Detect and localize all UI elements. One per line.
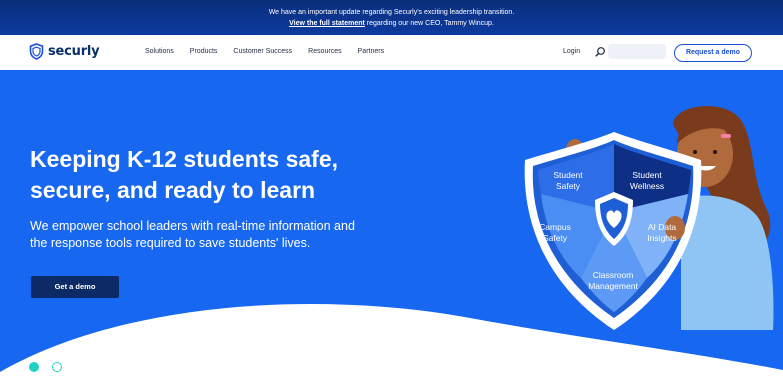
hero-headline: Keeping K-12 students safe, secure, and … xyxy=(30,144,390,206)
segment-label-line: Insights xyxy=(647,233,677,243)
get-demo-button[interactable]: Get a demo xyxy=(31,276,119,298)
segment-label-line: Management xyxy=(588,281,638,291)
logo-text: securly xyxy=(48,44,100,59)
menu-item-solutions[interactable]: Solutions xyxy=(145,48,174,55)
segment-label-line: Wellness xyxy=(629,181,665,191)
full-statement-link[interactable]: View the full statement xyxy=(289,20,365,27)
hero-illustration: Student Safety Student Wellness Campus S… xyxy=(505,100,783,330)
search-input[interactable] xyxy=(608,44,666,59)
subhead-line-1: We empower school leaders with real-time… xyxy=(30,219,355,233)
carousel-dot-2[interactable] xyxy=(52,362,62,372)
segment-label-line: Student xyxy=(632,170,662,180)
segment-student-safety: Student Safety xyxy=(543,170,593,192)
menu-item-products[interactable]: Products xyxy=(190,48,218,55)
announcement-rest: regarding our new CEO, Tammy Wincup. xyxy=(364,20,494,27)
carousel-dot-1[interactable] xyxy=(29,362,39,372)
girl-holding-shield-illustration xyxy=(524,106,774,330)
hero-section: Keeping K-12 students safe, secure, and … xyxy=(0,70,783,388)
menu-item-partners[interactable]: Partners xyxy=(358,48,384,55)
segment-label-line: AI Data xyxy=(647,222,677,232)
announcement-text: We have an important update regarding Se… xyxy=(268,9,515,16)
segment-classroom-management: Classroom Management xyxy=(575,270,651,292)
login-link[interactable]: Login xyxy=(563,48,580,55)
logo[interactable]: securly xyxy=(29,43,100,60)
segment-label-line: Safety xyxy=(542,233,568,243)
headline-line-1: Keeping K-12 students safe, xyxy=(30,146,339,172)
menu-item-customer-success[interactable]: Customer Success xyxy=(233,48,292,55)
segment-student-wellness: Student Wellness xyxy=(621,170,673,192)
hero-subhead: We empower school leaders with real-time… xyxy=(30,218,390,252)
announcement-bar: We have an important update regarding Se… xyxy=(0,0,783,35)
segment-label-line: Student xyxy=(553,170,583,180)
segment-label-line: Campus xyxy=(539,222,571,232)
headline-line-2: secure, and ready to learn xyxy=(30,177,316,203)
search-icon[interactable] xyxy=(594,46,606,58)
segment-campus-safety: Campus Safety xyxy=(531,222,579,244)
main-menu: Solutions Products Customer Success Reso… xyxy=(145,48,384,55)
request-demo-button[interactable]: Request a demo xyxy=(674,44,752,62)
subhead-line-2: the response tools required to save stud… xyxy=(30,236,311,250)
shield-icon xyxy=(29,43,44,60)
announcement-line-2: View the full statement regarding our ne… xyxy=(0,18,783,29)
top-nav: securly Solutions Products Customer Succ… xyxy=(0,35,783,71)
carousel-dots xyxy=(29,362,62,372)
segment-label-line: Classroom xyxy=(592,270,634,280)
segment-ai-data-insights: AI Data Insights xyxy=(639,222,685,244)
segment-label-line: Safety xyxy=(555,181,581,191)
menu-item-resources[interactable]: Resources xyxy=(308,48,341,55)
